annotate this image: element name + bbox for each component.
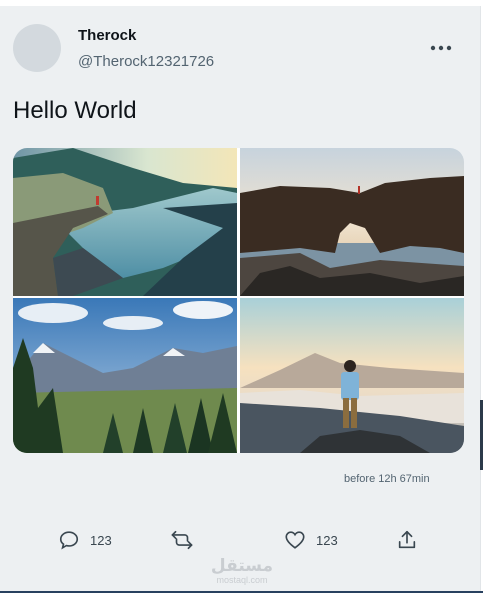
like-button[interactable]: 123 (284, 527, 338, 553)
media-grid (13, 148, 464, 453)
share-icon (398, 530, 416, 549)
mountain-forest-valley-photo[interactable] (13, 298, 237, 453)
page: Therock @Therock12321726 Hello World bef… (0, 0, 483, 593)
display-name[interactable]: Therock (78, 27, 136, 44)
user-handle[interactable]: @Therock12321726 (78, 53, 214, 70)
heart-icon (285, 531, 305, 549)
tweet-text: Hello World (13, 97, 137, 124)
watermark-logo: مستقل mostaql.com (207, 557, 277, 585)
watermark-sub: mostaql.com (216, 575, 268, 585)
share-button[interactable] (396, 527, 418, 553)
tweet-card: Therock @Therock12321726 Hello World bef… (0, 6, 481, 591)
tweet-timestamp: before 12h 67min (344, 473, 430, 485)
like-count: 123 (316, 532, 338, 548)
reply-button[interactable]: 123 (58, 527, 112, 553)
retweet-icon (171, 530, 193, 550)
avatar[interactable] (13, 24, 61, 72)
rock-arch-sea-photo[interactable] (240, 148, 464, 296)
more-horizontal-icon (430, 45, 452, 51)
retweet-button[interactable] (170, 527, 194, 553)
reply-count: 123 (90, 532, 112, 548)
cliff-over-fjord-photo[interactable] (13, 148, 237, 296)
more-options-button[interactable] (426, 36, 456, 60)
reply-icon (59, 531, 79, 550)
watermark-main: مستقل (210, 556, 274, 576)
hiker-on-summit-photo[interactable] (240, 298, 464, 453)
